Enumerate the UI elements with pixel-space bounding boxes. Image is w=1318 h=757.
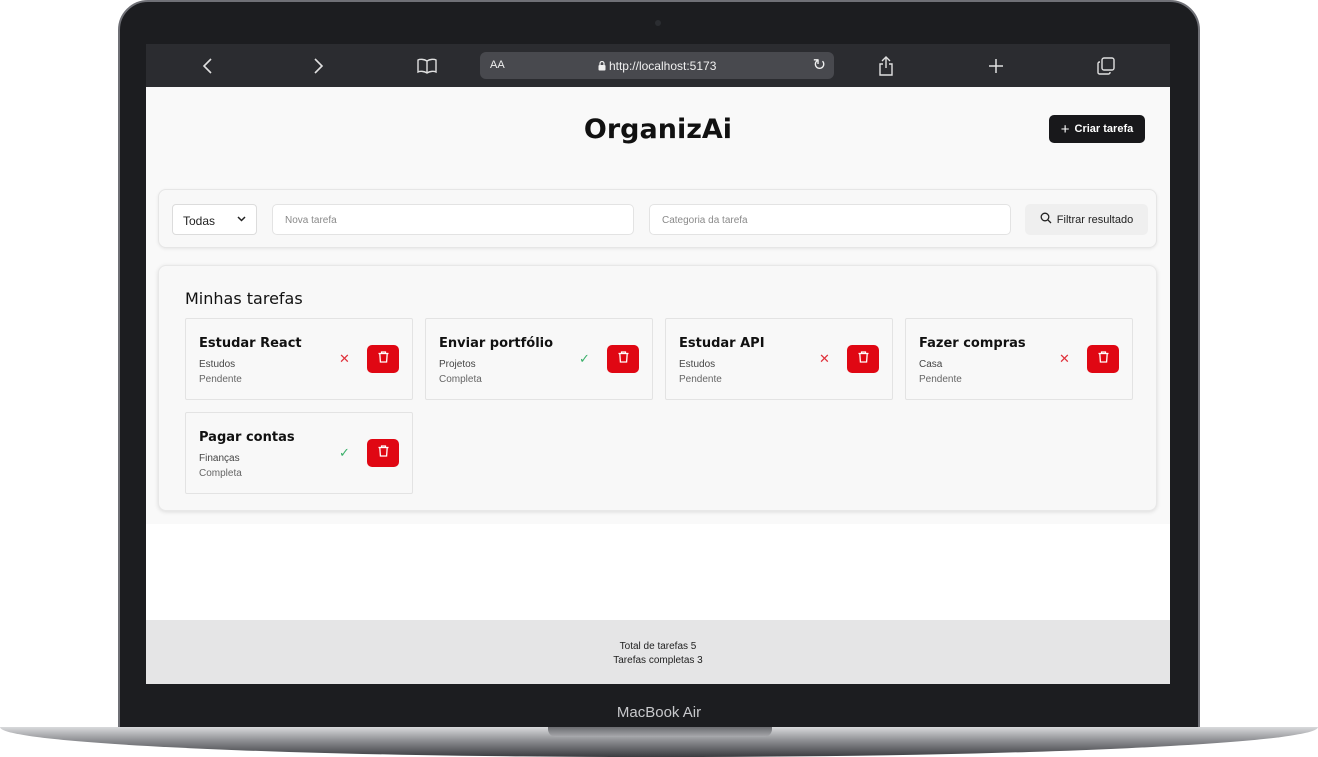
task-name-input[interactable]: Nova tarefa: [272, 204, 634, 235]
share-icon[interactable]: [874, 54, 898, 78]
task-category: Estudos: [679, 359, 716, 370]
app-content: OrganizAi + Criar tarefa Todas Nova tare…: [146, 87, 1170, 524]
task-name: Pagar contas: [199, 430, 295, 445]
task-card: Estudar React Estudos Pendente ✕: [185, 318, 413, 400]
task-status: Pendente: [679, 374, 722, 385]
tasks-panel: Minhas tarefas Estudar React Estudos Pen…: [158, 265, 1157, 511]
chevron-left-icon[interactable]: [196, 54, 220, 78]
delete-task-button[interactable]: [367, 439, 399, 467]
tasks-heading: Minhas tarefas: [185, 289, 303, 308]
reload-icon[interactable]: ↻: [813, 55, 826, 75]
task-category: Estudos: [199, 359, 236, 370]
pending-x-icon[interactable]: ✕: [339, 351, 350, 367]
laptop-base-notch: [548, 727, 772, 737]
plus-icon[interactable]: [984, 54, 1008, 78]
task-status: Completa: [439, 374, 482, 385]
search-icon: [1040, 212, 1052, 227]
task-name: Estudar API: [679, 336, 765, 351]
chevron-right-icon[interactable]: [306, 54, 330, 78]
complete-check-icon[interactable]: ✓: [339, 445, 350, 461]
filter-results-button[interactable]: Filtrar resultado: [1025, 204, 1148, 235]
task-category: Projetos: [439, 359, 476, 370]
delete-task-button[interactable]: [607, 345, 639, 373]
url-display[interactable]: http://localhost:5173: [480, 59, 834, 73]
task-card: Estudar API Estudos Pendente ✕: [665, 318, 893, 400]
camera-dot: [655, 20, 661, 26]
task-name: Fazer compras: [919, 336, 1026, 351]
completed-tasks-text: Tarefas completas 3: [613, 655, 703, 666]
task-status: Pendente: [199, 374, 242, 385]
trash-icon: [618, 350, 629, 368]
chevron-down-icon: [237, 213, 246, 225]
lock-icon: [598, 59, 609, 73]
book-icon[interactable]: [415, 54, 439, 78]
create-task-label: Criar tarefa: [1074, 123, 1134, 135]
trash-icon: [858, 350, 869, 368]
category-input[interactable]: Categoria da tarefa: [649, 204, 1011, 235]
task-card: Fazer compras Casa Pendente ✕: [905, 318, 1133, 400]
address-bar[interactable]: AA http://localhost:5173 ↻: [480, 52, 834, 79]
pending-x-icon[interactable]: ✕: [819, 351, 830, 367]
task-name: Estudar React: [199, 336, 302, 351]
screen: AA http://localhost:5173 ↻ OrganizAi + C…: [146, 44, 1170, 684]
task-status: Completa: [199, 468, 242, 479]
pending-x-icon[interactable]: ✕: [1059, 351, 1070, 367]
status-select-value: Todas: [183, 214, 216, 228]
trash-icon: [1098, 350, 1109, 368]
delete-task-button[interactable]: [847, 345, 879, 373]
delete-task-button[interactable]: [1087, 345, 1119, 373]
page-title: OrganizAi: [583, 114, 733, 145]
device-label: MacBook Air: [616, 704, 702, 721]
task-card: Pagar contas Finanças Completa ✓: [185, 412, 413, 494]
footer-summary: Total de tarefas 5 Tarefas completas 3: [146, 620, 1170, 684]
browser-toolbar: AA http://localhost:5173 ↻: [146, 44, 1170, 87]
tabs-icon[interactable]: [1094, 54, 1118, 78]
task-status: Pendente: [919, 374, 962, 385]
task-card: Enviar portfólio Projetos Completa ✓: [425, 318, 653, 400]
task-category: Finanças: [199, 453, 240, 464]
task-name-placeholder: Nova tarefa: [285, 215, 337, 226]
trash-icon: [378, 444, 389, 462]
task-category: Casa: [919, 359, 943, 370]
task-name: Enviar portfólio: [439, 336, 554, 351]
url-text: http://localhost:5173: [608, 59, 717, 73]
category-placeholder: Categoria da tarefa: [662, 215, 748, 226]
trash-icon: [378, 350, 389, 368]
total-tasks-text: Total de tarefas 5: [619, 641, 697, 652]
plus-icon: +: [1060, 120, 1070, 138]
complete-check-icon[interactable]: ✓: [579, 351, 590, 367]
status-select[interactable]: Todas: [172, 204, 257, 235]
delete-task-button[interactable]: [367, 345, 399, 373]
filter-bar: Todas Nova tarefa Categoria da tarefa Fi…: [158, 189, 1157, 248]
create-task-button[interactable]: + Criar tarefa: [1049, 115, 1145, 143]
filter-results-label: Filtrar resultado: [1056, 213, 1134, 226]
